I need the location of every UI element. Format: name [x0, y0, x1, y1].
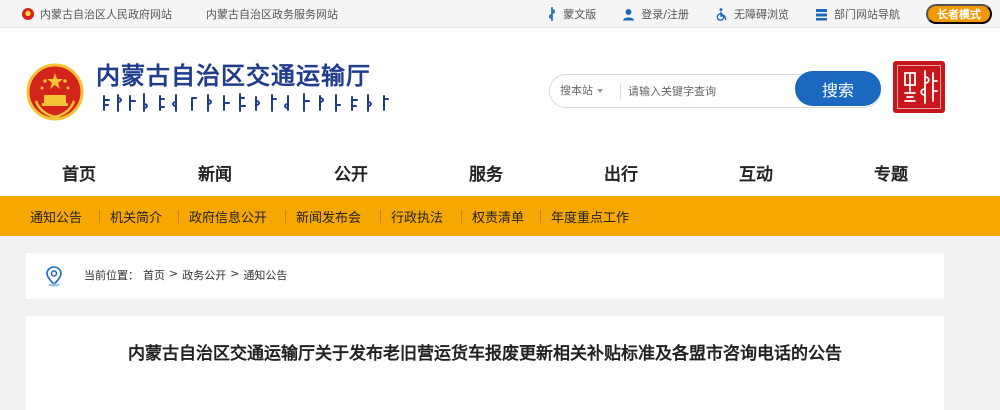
nav-interaction[interactable]: 互动: [721, 160, 791, 185]
subnav-divider: [285, 210, 286, 223]
dept-nav-link[interactable]: 部门网站导航: [815, 6, 900, 22]
nav-home[interactable]: 首页: [44, 160, 114, 185]
subnav-divider: [540, 210, 541, 223]
inner-mongolia-seal-logo: [893, 61, 945, 113]
article-panel: 内蒙古自治区交通运输厅关于发布老旧营运货车报废更新相关补贴标准及各盟市咨询电话的…: [26, 316, 944, 410]
subnav-divider: [178, 210, 179, 223]
accessibility-icon: [716, 7, 727, 21]
subnav-divider: [99, 210, 100, 223]
search-button[interactable]: 搜索: [795, 71, 881, 106]
site-title[interactable]: 内蒙古自治区交通运输厅: [96, 56, 371, 91]
breadcrumb-separator: >: [230, 267, 240, 280]
gov-site-link-label: 内蒙古自治区人民政府网站: [40, 8, 172, 21]
subnav-press-conference[interactable]: 新闻发布会: [296, 207, 361, 226]
main-nav: 首页 新闻 公开 服务 出行 互动 专题: [0, 150, 1000, 196]
breadcrumb-public[interactable]: 政务公开: [182, 267, 226, 283]
service-site-link[interactable]: 内蒙古自治区政务服务网站: [206, 6, 338, 22]
gov-site-link[interactable]: 内蒙古自治区人民政府网站: [22, 6, 172, 22]
search-input[interactable]: [628, 79, 793, 103]
subnav-divider: [461, 210, 462, 223]
national-emblem-icon: [22, 8, 34, 20]
dept-nav-label: 部门网站导航: [834, 8, 900, 21]
mongolian-script-icon: [549, 7, 556, 21]
accessibility-link[interactable]: 无障碍浏览: [715, 6, 789, 22]
chevron-down-icon: [597, 89, 603, 93]
user-icon: [623, 8, 635, 20]
subnav-notices[interactable]: 通知公告: [30, 207, 82, 226]
subnav-power-list[interactable]: 权责清单: [472, 207, 524, 226]
search-scope-label: 搜本站: [560, 84, 593, 97]
article-title: 内蒙古自治区交通运输厅关于发布老旧营运货车报废更新相关补贴标准及各盟市咨询电话的…: [128, 344, 842, 364]
elder-mode-button[interactable]: 长者模式: [926, 4, 992, 24]
subnav-law-enforcement[interactable]: 行政执法: [391, 207, 443, 226]
breadcrumb-separator: >: [169, 267, 179, 280]
search-scope-select[interactable]: 搜本站: [560, 75, 603, 107]
accessibility-label: 无障碍浏览: [734, 8, 789, 21]
sub-nav: 通知公告 机关简介 政府信息公开 新闻发布会 行政执法 权责清单 年度重点工作: [0, 196, 1000, 236]
breadcrumb-notices[interactable]: 通知公告: [243, 267, 287, 283]
site-header: 内蒙古自治区交通运输厅 搜本站 搜索: [0, 28, 1000, 150]
login-register-label: 登录/注册: [641, 8, 689, 21]
sitemap-icon: [816, 8, 827, 20]
breadcrumb-label: 当前位置：: [84, 269, 139, 282]
breadcrumb: 当前位置： 首页 > 政务公开 > 通知公告: [26, 253, 944, 299]
nav-news[interactable]: 新闻: [180, 160, 250, 185]
national-emblem-logo[interactable]: [26, 63, 84, 121]
service-site-link-label: 内蒙古自治区政务服务网站: [206, 8, 338, 21]
mongolian-title-logo: [103, 93, 389, 112]
subnav-divider: [380, 210, 381, 223]
mongolian-version-label: 蒙文版: [563, 8, 597, 21]
breadcrumb-home[interactable]: 首页: [143, 267, 165, 283]
login-register-link[interactable]: 登录/注册: [622, 6, 689, 22]
breadcrumb-path: 当前位置： 首页 > 政务公开 > 通知公告: [84, 267, 287, 283]
location-pin-icon: [46, 266, 62, 287]
top-links: 内蒙古自治区人民政府网站 内蒙古自治区政务服务网站: [22, 0, 372, 28]
top-right-tools: 蒙文版 登录/注册 无障碍浏览 部门网站导航 长者模式: [547, 0, 994, 28]
subnav-gov-info[interactable]: 政府信息公开: [189, 207, 267, 226]
subnav-agency-intro[interactable]: 机关简介: [110, 207, 162, 226]
nav-travel[interactable]: 出行: [586, 160, 656, 185]
search-divider: [620, 83, 621, 99]
nav-service[interactable]: 服务: [451, 160, 521, 185]
nav-public[interactable]: 公开: [316, 160, 386, 185]
mongolian-version-link[interactable]: 蒙文版: [547, 6, 596, 22]
subnav-annual-work[interactable]: 年度重点工作: [551, 207, 629, 226]
nav-topics[interactable]: 专题: [856, 160, 926, 185]
seal-calligraphy-icon: [904, 70, 938, 104]
top-utility-bar: 内蒙古自治区人民政府网站 内蒙古自治区政务服务网站 蒙文版 登录/注册 无障碍浏…: [0, 0, 1000, 28]
